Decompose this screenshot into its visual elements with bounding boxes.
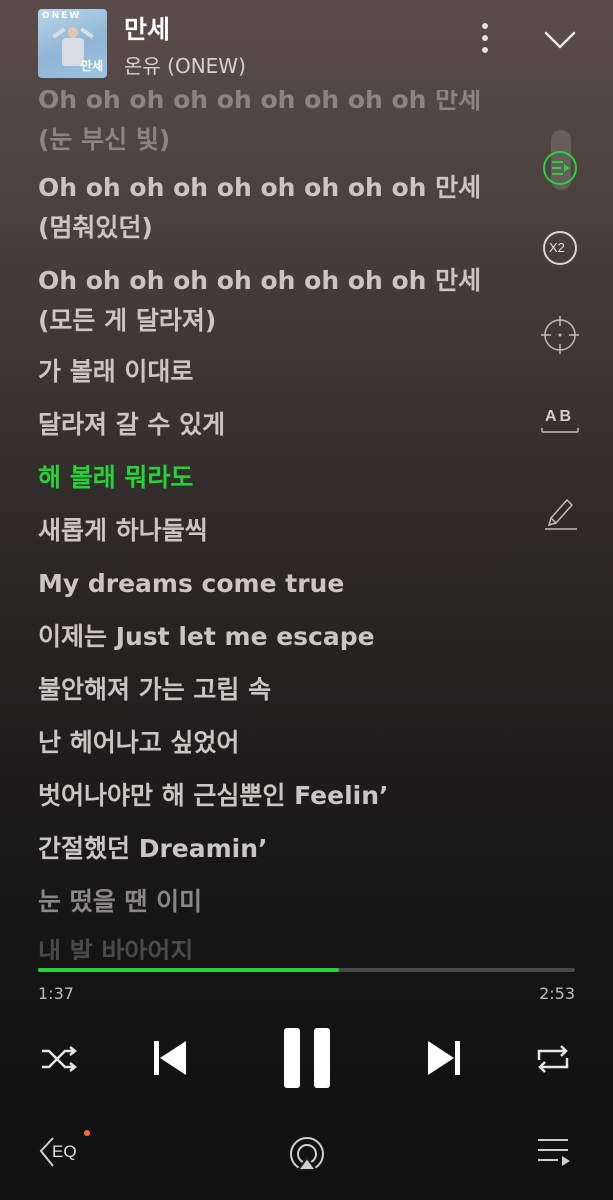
eq-label: EQ <box>52 1142 77 1161</box>
more-vertical-icon <box>482 23 488 53</box>
shuffle-button[interactable] <box>38 1038 80 1080</box>
shuffle-icon <box>42 1046 78 1072</box>
lyric-line[interactable]: 내 발 바아어지 <box>38 932 498 960</box>
previous-button[interactable] <box>150 1038 190 1078</box>
lyric-line[interactable]: 가 볼래 이대로 <box>38 352 498 392</box>
artist-name[interactable]: 온유 (ONEW) <box>124 50 246 79</box>
collapse-player-button[interactable] <box>540 22 580 58</box>
airplay-icon <box>290 1137 324 1171</box>
lyric-line[interactable]: 벗어나야만 해 근심뿐인 Feelin’ <box>38 776 498 816</box>
queue-button[interactable] <box>536 1136 576 1172</box>
progress-bar[interactable] <box>38 968 575 972</box>
total-time: 2:53 <box>539 984 575 1003</box>
queue-icon <box>538 1139 570 1166</box>
pause-button[interactable] <box>282 1026 332 1090</box>
lyric-line[interactable]: 난 헤어나고 싶었어 <box>38 723 498 763</box>
album-cover[interactable]: ONEW 만세 <box>38 9 107 78</box>
speed-button[interactable]: X2 <box>539 227 581 269</box>
draw-button[interactable] <box>539 490 581 532</box>
progress-fill <box>38 968 339 972</box>
repeat-icon <box>537 1045 569 1073</box>
next-button[interactable] <box>424 1038 464 1078</box>
crosshair-icon <box>541 316 579 354</box>
lyric-line[interactable]: 달라져 갈 수 있게 <box>38 405 498 445</box>
focus-button[interactable] <box>539 314 581 356</box>
lyric-line[interactable]: Oh oh oh oh oh oh oh oh oh 만세 (눈 부신 빛) <box>38 90 498 160</box>
cover-figure-head <box>68 27 78 38</box>
pen-icon <box>545 498 577 530</box>
next-icon <box>428 1041 460 1075</box>
lyric-line[interactable]: Oh oh oh oh oh oh oh oh oh 만세 (모든 게 달라져) <box>38 261 498 341</box>
repeat-button[interactable] <box>532 1038 574 1080</box>
translate-ab-icon <box>541 428 579 433</box>
lyric-line[interactable]: My dreams come true <box>38 564 498 604</box>
cover-figure-arm <box>80 27 94 39</box>
song-title[interactable]: 만세 <box>124 10 170 46</box>
lyric-line[interactable]: Oh oh oh oh oh oh oh oh oh 만세 (멈춰있던) <box>38 168 498 248</box>
more-options-button[interactable] <box>470 18 500 58</box>
lyrics-sync-button[interactable] <box>539 147 581 189</box>
previous-icon <box>154 1041 186 1075</box>
lyric-line[interactable]: 눈 떴을 땐 이미 <box>38 882 498 922</box>
cover-figure-arm <box>52 27 66 39</box>
chevron-down-icon <box>544 31 576 49</box>
lyric-line[interactable]: 간절했던 Dreamin’ <box>38 829 498 869</box>
lyrics-sync-icon <box>543 151 577 185</box>
lyric-line[interactable]: 새롭게 하나둘씩 <box>38 511 498 551</box>
notification-dot <box>84 1130 90 1136</box>
translate-button[interactable]: AB <box>539 402 581 444</box>
lyrics-panel[interactable]: Oh oh oh oh oh oh oh oh oh 만세 (눈 부신 빛) O… <box>0 90 520 960</box>
airplay-button[interactable] <box>286 1134 328 1176</box>
speed-label: X2 <box>549 240 565 255</box>
lyric-line-active[interactable]: 해 볼래 뭐라도 <box>38 458 498 498</box>
lyric-line[interactable]: 이제는 Just let me escape <box>38 617 498 657</box>
pause-icon <box>284 1028 330 1088</box>
eq-button[interactable]: EQ <box>36 1134 88 1174</box>
cover-brand-text: ONEW <box>42 11 82 21</box>
player-header: ONEW 만세 만세 온유 (ONEW) <box>0 0 613 90</box>
current-time: 1:37 <box>38 984 74 1003</box>
lyric-line[interactable]: 불안해져 가는 고립 속 <box>38 670 498 710</box>
cover-tag-text: 만세 <box>80 59 103 73</box>
